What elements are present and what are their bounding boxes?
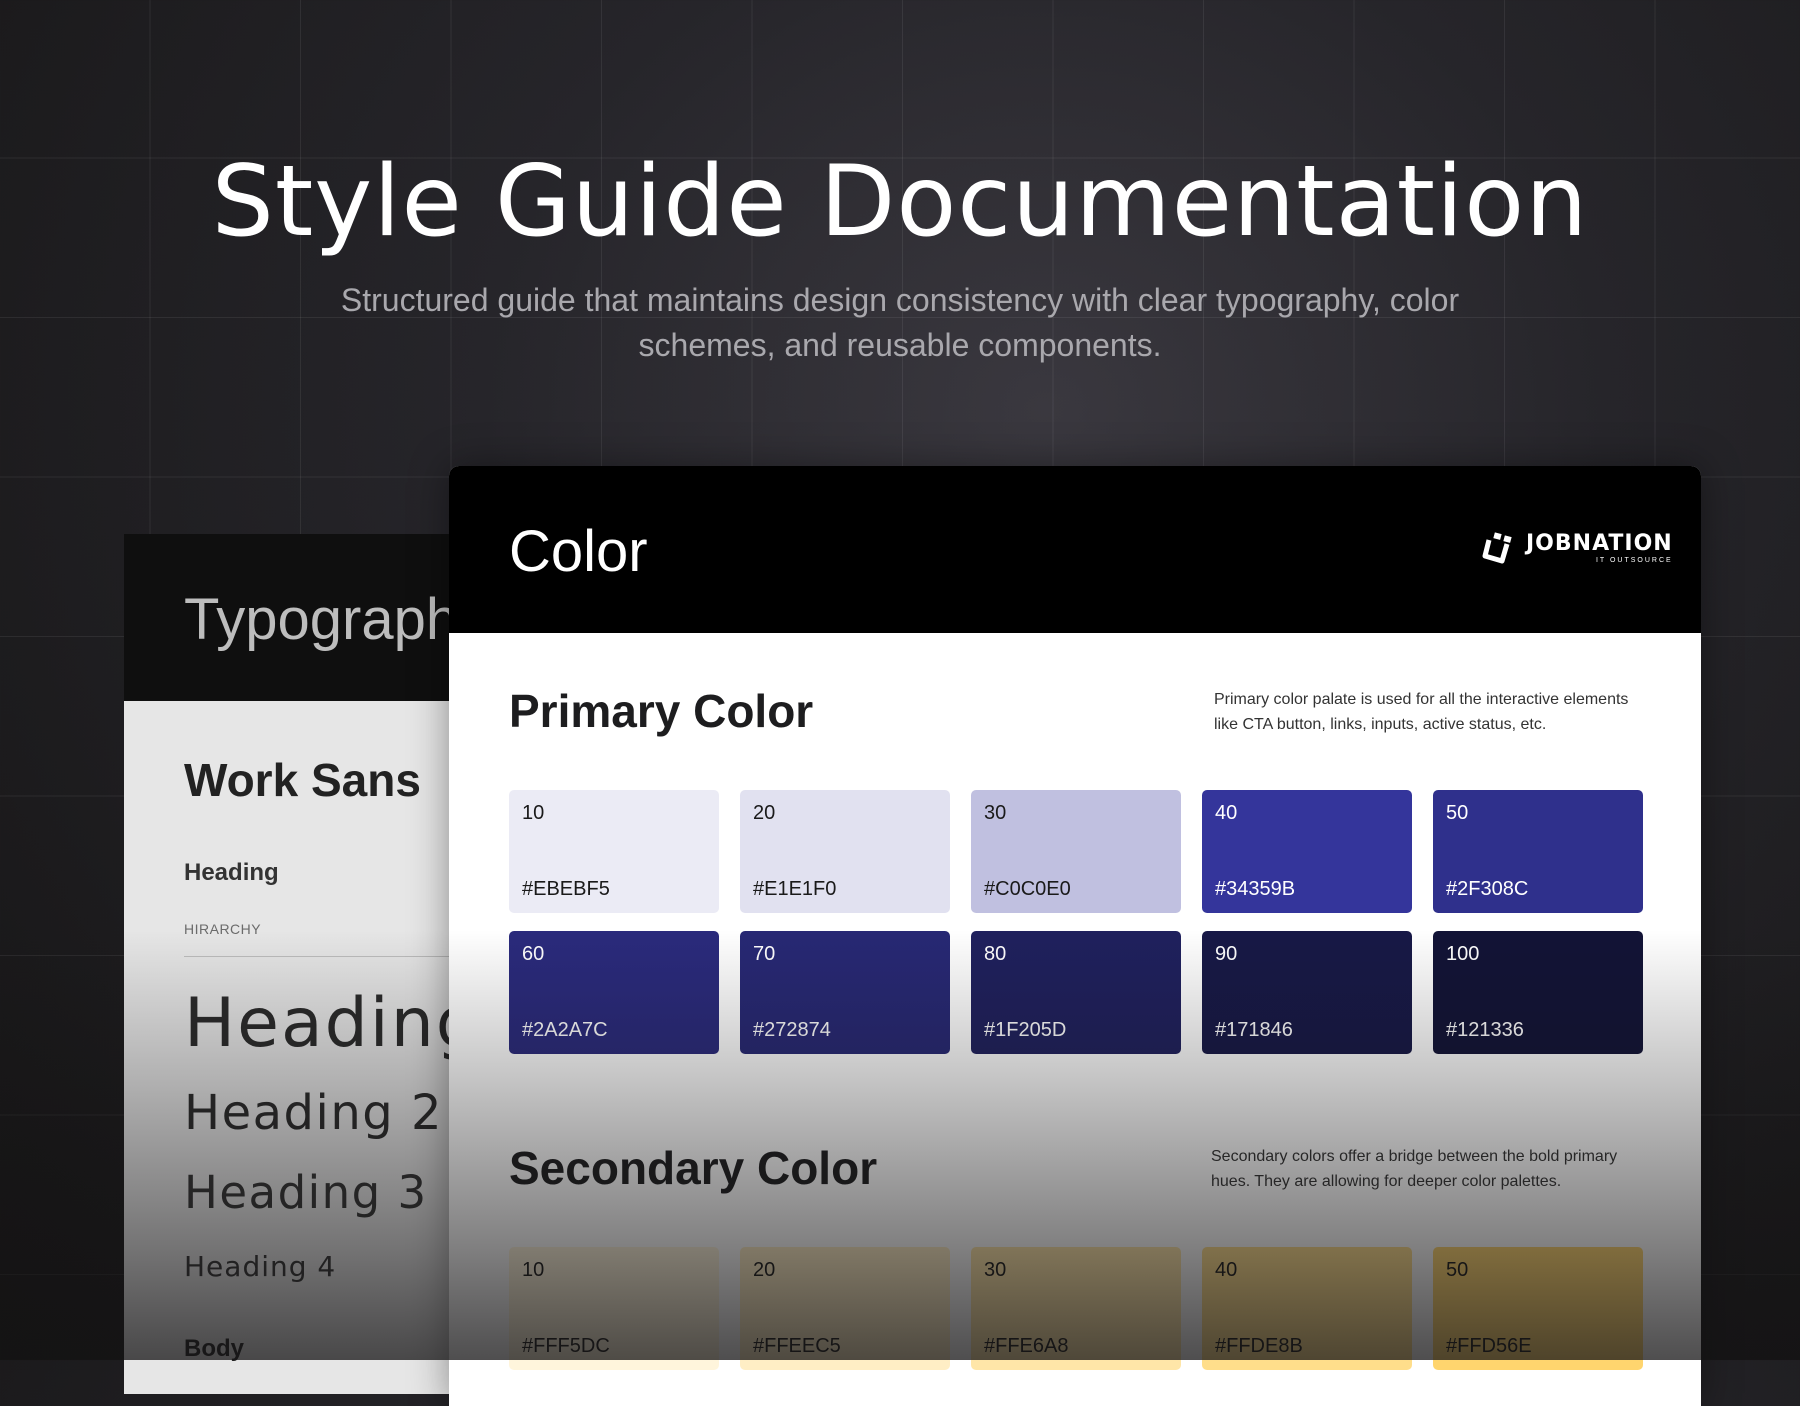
logo-name: JOBNATION xyxy=(1526,530,1673,556)
swatch-hex: #FFDE8B xyxy=(1215,1335,1303,1357)
swatch-level: 40 xyxy=(1215,1259,1238,1281)
color-card-title: Color xyxy=(509,519,648,584)
primary-swatch-80[interactable]: 80 #1F205D xyxy=(971,931,1181,1054)
swatch-level: 100 xyxy=(1446,943,1480,965)
color-card: Color JOBNATION IT OUTSOURCE Primary Col… xyxy=(449,466,1701,1406)
swatch-hex: #FFEEC5 xyxy=(753,1335,841,1357)
primary-swatch-40[interactable]: 40 #34359B xyxy=(1202,790,1412,913)
primary-swatch-90[interactable]: 90 #171846 xyxy=(1202,931,1412,1054)
primary-color-title: Primary Color xyxy=(509,685,814,737)
primary-swatch-60[interactable]: 60 #2A2A7C xyxy=(509,931,719,1054)
secondary-color-title: Secondary Color xyxy=(509,1142,878,1194)
jobnation-logo: JOBNATION IT OUTSOURCE xyxy=(1480,528,1673,568)
heading-label: Heading xyxy=(184,859,279,886)
swatch-hex: #FFE6A8 xyxy=(984,1335,1069,1357)
primary-swatch-50[interactable]: 50 #2F308C xyxy=(1433,790,1643,913)
swatch-level: 10 xyxy=(522,1259,545,1281)
heading-4-sample: Heading 4 xyxy=(184,1250,337,1283)
secondary-swatch-20[interactable]: 20 #FFEEC5 xyxy=(740,1247,950,1370)
swatch-hex: #171846 xyxy=(1215,1019,1293,1041)
swatch-level: 60 xyxy=(522,943,545,965)
secondary-swatch-50[interactable]: 50 #FFD56E xyxy=(1433,1247,1643,1370)
secondary-swatch-10[interactable]: 10 #FFF5DC xyxy=(509,1247,719,1370)
font-name: Work Sans xyxy=(184,754,421,806)
primary-swatch-10[interactable]: 10 #EBEBF5 xyxy=(509,790,719,913)
swatch-hex: #C0C0E0 xyxy=(984,878,1071,900)
swatch-hex: #1F205D xyxy=(984,1019,1067,1041)
logo-tagline: IT OUTSOURCE xyxy=(1595,556,1673,564)
primary-swatch-20[interactable]: 20 #E1E1F0 xyxy=(740,790,950,913)
swatch-level: 80 xyxy=(984,943,1007,965)
color-card-header: Color JOBNATION IT OUTSOURCE xyxy=(449,466,1701,633)
swatch-hex: #E1E1F0 xyxy=(753,878,837,900)
swatch-level: 20 xyxy=(753,802,776,824)
jobnation-logo-icon xyxy=(1482,532,1512,564)
hierarchy-label: HIRARCHY xyxy=(184,921,262,937)
heading-3-sample: Heading 3 xyxy=(184,1166,428,1219)
swatch-hex: #2A2A7C xyxy=(522,1019,608,1041)
primary-color-description: Primary color palate is used for all the… xyxy=(1214,691,1629,733)
swatch-level: 70 xyxy=(753,943,776,965)
swatch-level: 50 xyxy=(1446,802,1469,824)
swatch-hex: #FFD56E xyxy=(1446,1335,1532,1357)
swatch-level: 30 xyxy=(984,802,1007,824)
swatch-level: 10 xyxy=(522,802,545,824)
swatch-level: 40 xyxy=(1215,802,1238,824)
secondary-color-description: Secondary colors offer a bridge between … xyxy=(1211,1148,1618,1190)
secondary-swatch-30[interactable]: 30 #FFE6A8 xyxy=(971,1247,1181,1370)
swatch-level: 50 xyxy=(1446,1259,1469,1281)
page-title: Style Guide Documentation xyxy=(211,145,1589,259)
secondary-swatch-40[interactable]: 40 #FFDE8B xyxy=(1202,1247,1412,1370)
swatch-hex: #34359B xyxy=(1215,878,1296,900)
swatch-hex: #FFF5DC xyxy=(522,1335,610,1357)
swatch-level: 20 xyxy=(753,1259,776,1281)
typography-card-title: Typography xyxy=(184,587,488,652)
primary-swatch-70[interactable]: 70 #272874 xyxy=(740,931,950,1054)
swatch-hex: #EBEBF5 xyxy=(522,878,610,900)
swatch-hex: #272874 xyxy=(753,1019,831,1041)
primary-swatch-100[interactable]: 100 #121336 xyxy=(1433,931,1643,1054)
page-subtitle: Structured guide that maintains design c… xyxy=(340,282,1460,363)
swatch-level: 30 xyxy=(984,1259,1007,1281)
body-label: Body xyxy=(184,1335,244,1362)
heading-2-sample: Heading 2 xyxy=(184,1085,444,1141)
swatch-hex: #2F308C xyxy=(1446,878,1529,900)
swatch-hex: #121336 xyxy=(1446,1019,1524,1041)
swatch-level: 90 xyxy=(1215,943,1238,965)
primary-swatch-30[interactable]: 30 #C0C0E0 xyxy=(971,790,1181,913)
